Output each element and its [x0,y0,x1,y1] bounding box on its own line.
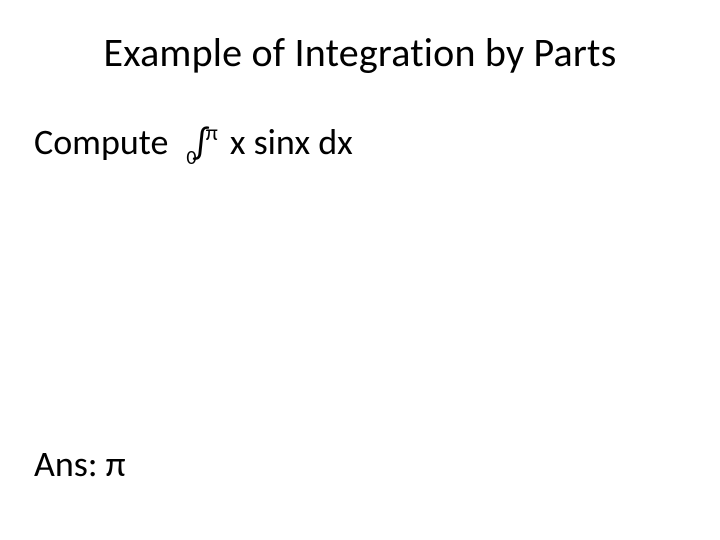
slide-container: Example of Integration by Parts Compute … [0,0,720,540]
slide-title: Example of Integration by Parts [34,28,686,77]
answer-label: Ans: [34,442,97,486]
compute-line: Compute 0∫π x sinx dx [34,121,686,164]
compute-label: Compute [34,121,168,164]
integral-expression: 0∫π [186,121,219,164]
answer-value: π [106,442,126,486]
upper-limit: π [206,119,218,146]
integrand: x sinx dx [230,121,353,164]
problem-statement: Compute 0∫π x sinx dx [34,121,686,164]
answer-line: Ans: π [34,442,126,486]
